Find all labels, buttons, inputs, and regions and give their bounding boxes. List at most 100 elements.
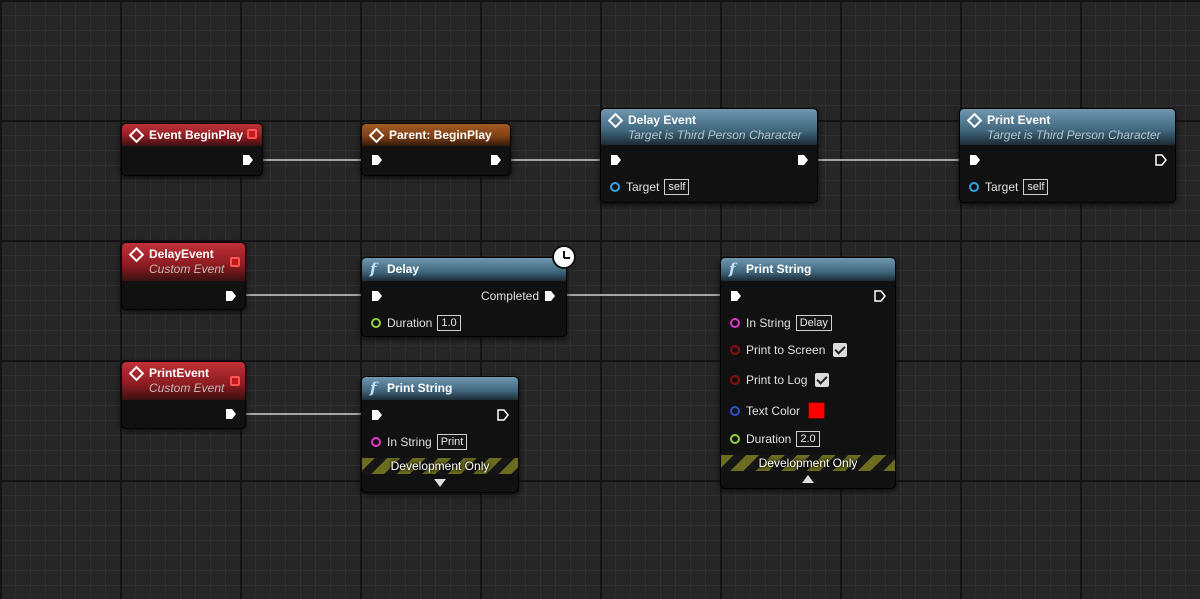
target-pin-row[interactable]: Target self: [610, 179, 690, 195]
exec-in-pin[interactable]: [969, 154, 981, 166]
pin-label: Target: [626, 180, 660, 194]
pin-label: Text Color: [746, 403, 801, 418]
event-diamond-icon: [368, 127, 385, 143]
node-title: Print String: [746, 262, 812, 276]
node-header[interactable]: Parent: BeginPlay: [362, 124, 510, 146]
float-pin-icon[interactable]: [730, 434, 740, 444]
node-title: Delay Event: [628, 113, 697, 127]
pin-label: Completed: [480, 289, 539, 303]
exec-out-pin-unconnected[interactable]: [1155, 154, 1167, 166]
exec-in-pin[interactable]: [610, 154, 622, 166]
node-header[interactable]: Print Event Target is Third Person Chara…: [960, 109, 1175, 145]
parent-beginplay-node[interactable]: Parent: BeginPlay: [361, 123, 511, 176]
delay-event-call-node[interactable]: Delay Event Target is Third Person Chara…: [600, 108, 818, 203]
node-header[interactable]: f Print String: [362, 377, 518, 400]
object-pin-icon[interactable]: [969, 182, 979, 192]
custom-event-delayevent-node[interactable]: DelayEvent Custom Event: [121, 242, 246, 310]
node-header[interactable]: Event BeginPlay: [122, 124, 262, 146]
node-header[interactable]: f Print String: [721, 258, 895, 281]
development-only-banner: Development Only: [721, 455, 895, 471]
event-diamond-icon: [607, 112, 624, 128]
in-string-pin-row[interactable]: In String Print: [371, 434, 468, 450]
exec-out-pin-unconnected[interactable]: [874, 290, 886, 302]
exec-out-pin[interactable]: [797, 154, 809, 166]
delegate-pin-icon[interactable]: [230, 376, 240, 386]
exec-out-pin[interactable]: [225, 408, 237, 420]
exec-out-pin[interactable]: [225, 290, 237, 302]
print-string-node-small[interactable]: f Print String In String Print Developmen…: [361, 376, 519, 493]
development-only-banner: Development Only: [362, 458, 518, 474]
print-to-screen-checkbox[interactable]: [833, 343, 848, 357]
bool-pin-icon[interactable]: [730, 345, 740, 355]
node-header[interactable]: f Delay: [362, 258, 566, 281]
pin-label: Print to Log: [746, 373, 808, 387]
print-to-screen-pin-row[interactable]: Print to Screen: [730, 343, 848, 357]
float-pin-icon[interactable]: [371, 318, 381, 328]
collapse-arrow-icon[interactable]: [802, 475, 814, 483]
function-f-icon: f: [729, 260, 736, 278]
string-pin-icon[interactable]: [730, 318, 740, 328]
pin-label: In String: [387, 435, 432, 449]
function-f-icon: f: [370, 379, 377, 397]
duration-pin-row[interactable]: Duration 1.0: [371, 315, 461, 331]
color-pin-icon[interactable]: [730, 405, 740, 416]
in-string-value-input[interactable]: Print: [436, 434, 468, 450]
node-header[interactable]: DelayEvent Custom Event: [122, 243, 245, 281]
node-header[interactable]: PrintEvent Custom Event: [122, 362, 245, 400]
pin-label: Duration: [387, 316, 433, 330]
event-beginplay-node[interactable]: Event BeginPlay: [121, 123, 263, 176]
print-string-node-expanded[interactable]: f Print String In String Delay Print to S…: [720, 257, 896, 489]
completed-pin-row[interactable]: Completed: [481, 289, 556, 303]
duration-pin-row[interactable]: Duration 2.0: [730, 431, 820, 447]
node-subtitle: Custom Event: [149, 381, 225, 395]
node-subtitle: Target is Third Person Character: [987, 128, 1161, 142]
node-title: Event BeginPlay: [149, 128, 244, 142]
node-subtitle: Target is Third Person Character: [628, 128, 802, 142]
duration-value-input[interactable]: 2.0: [796, 431, 820, 447]
object-pin-icon[interactable]: [610, 182, 620, 192]
print-to-log-pin-row[interactable]: Print to Log: [730, 373, 830, 387]
node-title: Print Event: [987, 113, 1051, 127]
in-string-pin-row[interactable]: In String Delay: [730, 315, 832, 331]
delay-function-node[interactable]: f Delay Completed Duration 1.0: [361, 257, 567, 337]
function-f-icon: f: [370, 260, 377, 278]
node-title: DelayEvent: [149, 247, 214, 261]
event-diamond-icon: [128, 127, 145, 143]
event-diamond-icon: [128, 246, 145, 262]
exec-out-pin[interactable]: [544, 290, 556, 302]
exec-in-pin[interactable]: [371, 409, 383, 421]
print-to-log-checkbox[interactable]: [815, 373, 830, 387]
text-color-pin-row[interactable]: Text Color: [730, 402, 826, 419]
print-event-call-node[interactable]: Print Event Target is Third Person Chara…: [959, 108, 1176, 203]
exec-in-pin[interactable]: [371, 154, 383, 166]
node-title: Parent: BeginPlay: [389, 128, 492, 142]
exec-out-pin[interactable]: [242, 154, 254, 166]
target-value: self: [664, 179, 690, 195]
duration-value-input[interactable]: 1.0: [437, 315, 461, 331]
delegate-pin-icon[interactable]: [247, 129, 257, 139]
exec-in-pin[interactable]: [730, 290, 742, 302]
text-color-swatch[interactable]: [808, 402, 826, 419]
clock-icon: [552, 245, 576, 269]
node-title: PrintEvent: [149, 366, 210, 380]
exec-out-pin[interactable]: [490, 154, 502, 166]
exec-in-pin[interactable]: [371, 290, 383, 302]
event-diamond-icon: [128, 365, 145, 381]
node-title: Print String: [387, 381, 453, 395]
exec-out-pin-unconnected[interactable]: [497, 409, 509, 421]
expand-arrow-icon[interactable]: [434, 479, 446, 487]
target-value: self: [1023, 179, 1049, 195]
custom-event-printevent-node[interactable]: PrintEvent Custom Event: [121, 361, 246, 429]
node-title: Delay: [387, 262, 420, 276]
node-subtitle: Custom Event: [149, 262, 225, 276]
pin-label: Duration: [746, 432, 792, 446]
node-header[interactable]: Delay Event Target is Third Person Chara…: [601, 109, 817, 145]
pin-label: Target: [985, 180, 1019, 194]
bool-pin-icon[interactable]: [730, 375, 740, 385]
pin-label: Print to Screen: [746, 343, 826, 357]
string-pin-icon[interactable]: [371, 437, 381, 447]
pin-label: In String: [746, 316, 791, 330]
in-string-value-input[interactable]: Delay: [795, 315, 832, 331]
target-pin-row[interactable]: Target self: [969, 179, 1049, 195]
delegate-pin-icon[interactable]: [230, 257, 240, 267]
